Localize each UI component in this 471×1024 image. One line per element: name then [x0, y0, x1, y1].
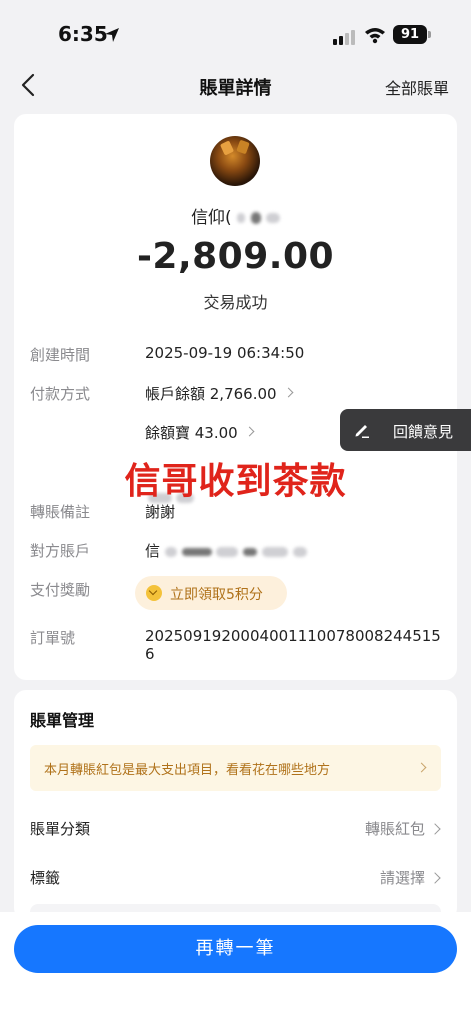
- spending-tip-text: 本月轉賬紅包是最大支出項目，看看花在哪些地方: [44, 763, 331, 778]
- chevron-right-icon: [416, 762, 427, 773]
- chevron-right-icon: [429, 823, 441, 835]
- redacted-mark: [250, 212, 261, 224]
- feedback-label: 回饋意見: [393, 423, 454, 441]
- transaction-amount: -2,809.00: [136, 236, 335, 277]
- claim-points-label: 立即領取5积分: [170, 587, 263, 603]
- yuebao-amount-text: 餘額寶 43.00: [145, 424, 238, 442]
- points-coin-icon: [146, 585, 162, 601]
- redacted-mark: [237, 213, 246, 223]
- transfer-note-label: 轉賬備註: [30, 503, 91, 521]
- edit-pencil-icon: [355, 425, 369, 438]
- battery-cap: [428, 31, 431, 38]
- transfer-again-button[interactable]: 再轉一筆: [14, 925, 457, 973]
- payment-method-row[interactable]: 付款方式 帳戶餘額 2,766.00: [30, 383, 450, 407]
- bill-category-value: 轉賬紅包: [364, 820, 425, 838]
- payee-name-text: 信仰(: [191, 208, 232, 228]
- counterparty-label: 對方賬戶: [30, 542, 91, 560]
- cellular-signal-icon: [333, 30, 355, 45]
- status-bar: 6:35 91: [0, 0, 471, 64]
- balance-amount-text: 帳戶餘額 2,766.00: [145, 385, 277, 403]
- tag-value: 請選擇: [379, 869, 425, 887]
- transaction-card: 信仰( -2,809.00 交易成功 創建時間 2025-09-19 06:34…: [14, 114, 457, 680]
- payment-method-value[interactable]: 帳戶餘額 2,766.00: [145, 383, 294, 404]
- redacted-mark: [181, 547, 212, 556]
- yuebao-value[interactable]: 餘額寶 43.00: [145, 422, 255, 443]
- payment-method-label: 付款方式: [30, 385, 91, 403]
- payee-avatar[interactable]: [210, 136, 260, 186]
- counterparty-text: 信: [145, 542, 161, 560]
- status-time: 6:35: [58, 22, 108, 46]
- redacted-mark: [265, 213, 280, 223]
- created-time-row: 創建時間 2025-09-19 06:34:50: [30, 344, 450, 368]
- transaction-status: 交易成功: [203, 293, 268, 312]
- chevron-right-icon: [283, 387, 294, 398]
- nav-bar: 賬單詳情 全部賬單: [0, 64, 471, 106]
- order-number-row: 訂單號 2025091920004001110078008244515​6: [30, 627, 450, 663]
- order-number-value: 2025091920004001110078008244515​6: [145, 627, 441, 663]
- bill-category-label: 賬單分類: [30, 820, 91, 838]
- bill-management-title: 賬單管理: [30, 711, 95, 730]
- order-number-label: 訂單號: [30, 629, 76, 647]
- chevron-right-icon: [244, 426, 255, 437]
- chevron-right-icon: [429, 872, 441, 884]
- counterparty-value: 信: [145, 540, 307, 561]
- payee-name: 信仰(: [14, 203, 457, 228]
- bill-category-row[interactable]: 賬單分類 轉賬紅包: [30, 818, 441, 842]
- created-time-value: 2025-09-19 06:34:50: [145, 344, 305, 362]
- overlay-caption: 信哥收到茶款: [124, 461, 347, 502]
- redacted-mark: [292, 546, 307, 557]
- payment-reward-label: 支付獎勵: [30, 581, 91, 599]
- tag-row[interactable]: 標籤 請選擇: [30, 867, 441, 891]
- claim-points-button[interactable]: 立即領取5积分: [135, 576, 287, 610]
- transfer-note-row: 轉賬備註 謝謝: [30, 501, 450, 525]
- all-bills-link[interactable]: 全部賬單: [385, 75, 449, 99]
- counterparty-row: 對方賬戶 信: [30, 540, 450, 564]
- battery-icon: 91: [393, 25, 427, 44]
- bill-management-card: 賬單管理 本月轉賬紅包是最大支出項目，看看花在哪些地方 賬單分類 轉賬紅包 標籤…: [14, 690, 457, 920]
- redacted-mark: [243, 547, 258, 556]
- bottom-action-bar: 再轉一筆: [0, 912, 471, 1024]
- redacted-mark: [216, 546, 239, 557]
- redacted-mark: [261, 546, 288, 557]
- redacted-mark: [164, 546, 177, 557]
- feedback-button[interactable]: 回饋意見: [340, 409, 471, 451]
- tag-label: 標籤: [30, 869, 61, 887]
- location-arrow-icon: [105, 28, 119, 42]
- wifi-icon: [365, 28, 385, 44]
- created-time-label: 創建時間: [30, 346, 91, 364]
- spending-tip-banner[interactable]: 本月轉賬紅包是最大支出項目，看看花在哪些地方: [30, 745, 441, 791]
